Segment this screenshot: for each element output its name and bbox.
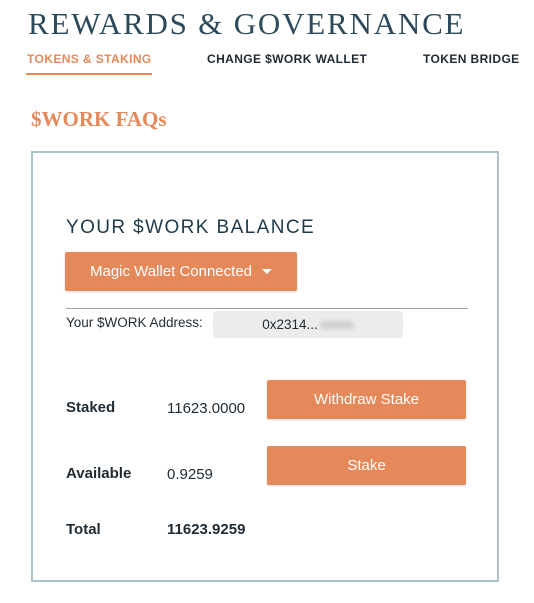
available-label: Available — [66, 465, 132, 482]
wallet-dropdown-button[interactable]: Magic Wallet Connected — [65, 252, 297, 291]
balance-heading: YOUR $WORK BALANCE — [66, 217, 316, 238]
redacted-address-blur — [319, 320, 354, 329]
tab-change-work-wallet[interactable]: CHANGE $WORK WALLET — [207, 52, 367, 66]
total-label: Total — [66, 521, 101, 538]
tab-token-bridge[interactable]: TOKEN BRIDGE — [423, 52, 520, 66]
wallet-button-label: Magic Wallet Connected — [89, 263, 253, 280]
withdraw-stake-button[interactable]: Withdraw Stake — [267, 380, 466, 419]
staked-label: Staked — [66, 399, 116, 416]
total-value: 11623.9259 — [167, 521, 246, 538]
staked-value: 11623.0000 — [167, 400, 246, 417]
divider — [66, 308, 468, 309]
balance-card — [31, 151, 499, 582]
page-title: REWARDS & GOVERNANCE — [28, 6, 466, 41]
address-value: 0x2314... — [262, 317, 318, 332]
active-tab-indicator — [26, 73, 152, 75]
address-label: Your $WORK Address: — [66, 315, 203, 330]
tab-bar: TOKENS & STAKING CHANGE $WORK WALLET TOK… — [0, 50, 534, 74]
caret-down-icon — [262, 269, 273, 274]
stake-button[interactable]: Stake — [267, 446, 466, 485]
address-field: 0x2314... — [213, 311, 403, 338]
available-value: 0.9259 — [167, 466, 213, 483]
tab-tokens-staking[interactable]: TOKENS & STAKING — [27, 52, 152, 66]
work-faqs-link[interactable]: $WORK FAQs — [31, 107, 167, 132]
